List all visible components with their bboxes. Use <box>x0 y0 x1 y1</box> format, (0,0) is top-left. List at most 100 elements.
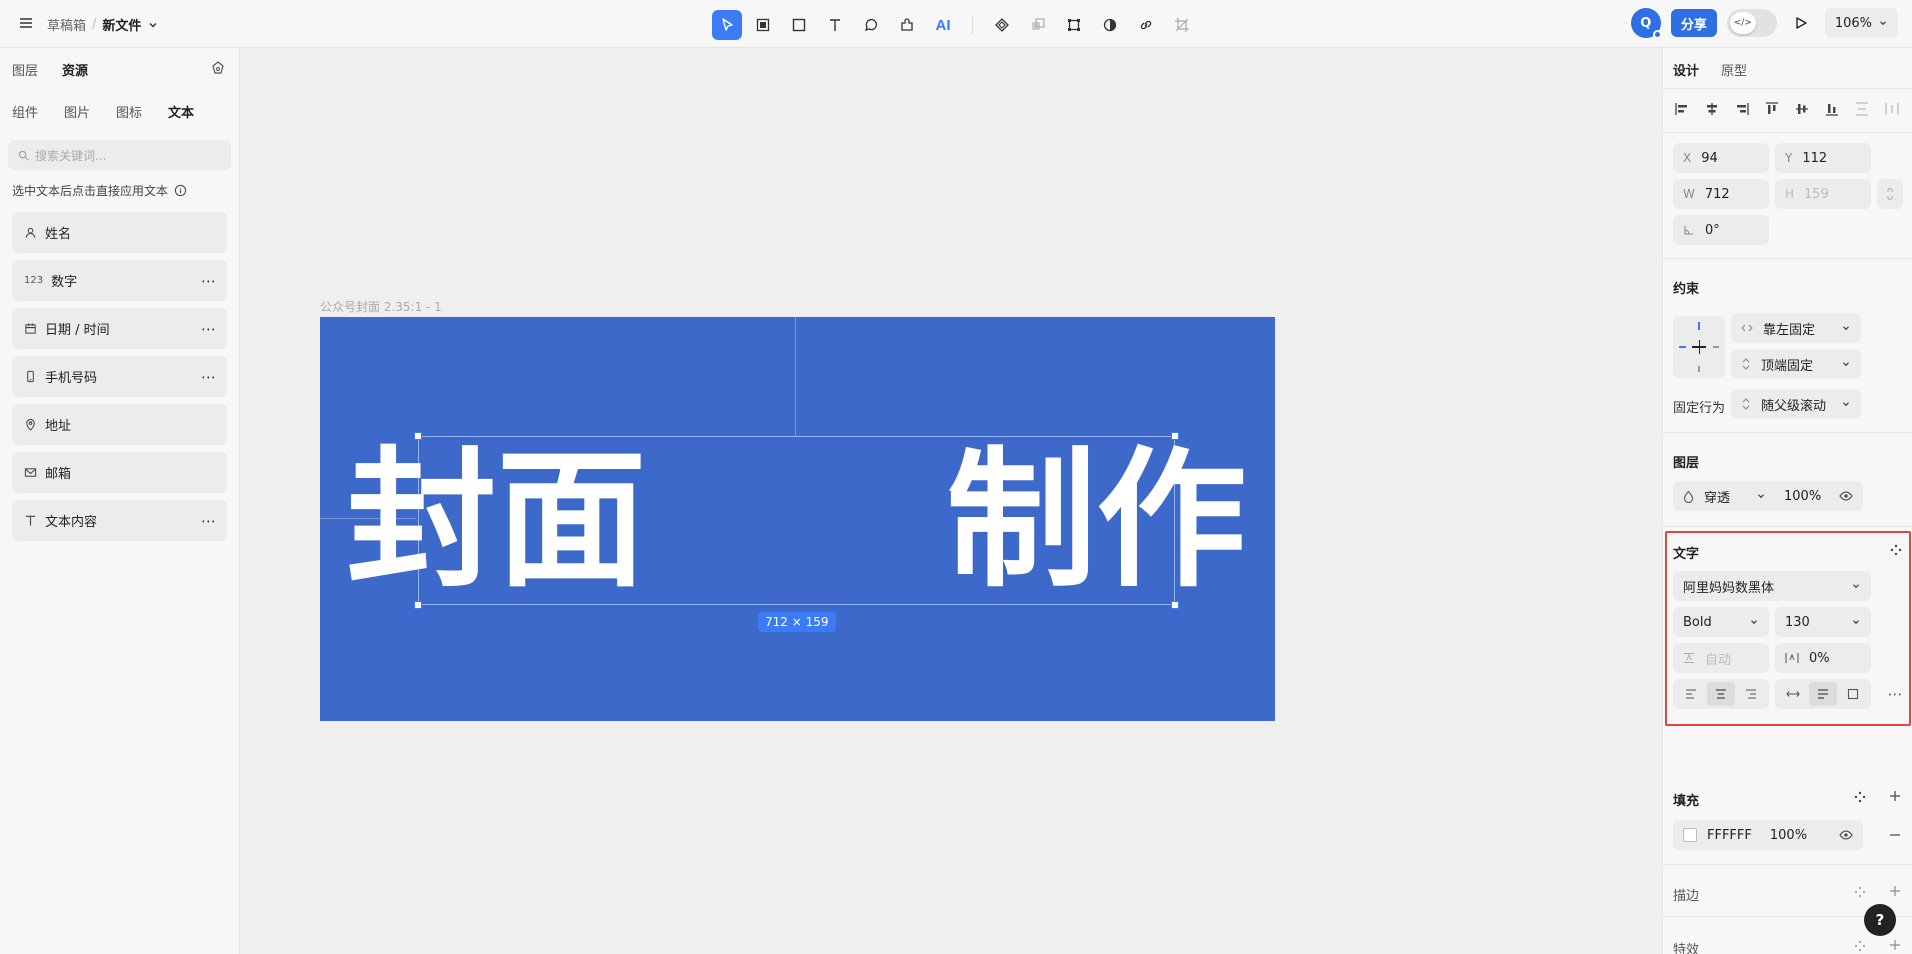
height-field[interactable]: H 159 <box>1775 179 1871 209</box>
add-stroke-icon[interactable] <box>1887 883 1903 899</box>
align-center-v-icon[interactable] <box>1793 100 1810 117</box>
ai-tool-icon[interactable]: AI <box>928 10 958 40</box>
more-options-icon[interactable]: ⋯ <box>1885 684 1905 704</box>
list-item[interactable]: 地址 <box>12 404 227 445</box>
fill-color-swatch[interactable] <box>1683 828 1697 842</box>
crop-icon[interactable] <box>1167 10 1197 40</box>
boolean-icon[interactable] <box>1023 10 1053 40</box>
plugin-tool-icon[interactable] <box>892 10 922 40</box>
align-left-icon[interactable] <box>1673 100 1690 117</box>
lock-ratio-icon[interactable] <box>1877 179 1903 209</box>
x-field[interactable]: X 94 <box>1673 143 1769 173</box>
library-icon[interactable] <box>210 60 226 76</box>
align-center-h-icon[interactable] <box>1703 100 1720 117</box>
help-button[interactable]: ? <box>1864 904 1896 936</box>
avatar[interactable]: Q <box>1630 8 1662 39</box>
constraint-widget[interactable] <box>1673 316 1725 378</box>
list-item[interactable]: 姓名 <box>12 212 227 253</box>
rectangle-tool-icon[interactable] <box>784 10 814 40</box>
resize-handle-top-left[interactable] <box>414 432 422 440</box>
font-weight-select[interactable]: Bold <box>1673 607 1769 637</box>
frame-label[interactable]: 公众号封面 2.35:1 - 1 <box>320 298 442 315</box>
menu-icon[interactable] <box>18 15 34 31</box>
zoom-dropdown[interactable]: 106% <box>1824 8 1898 38</box>
cover-frame[interactable]: 封面 制作 712 × 159 <box>320 317 1275 721</box>
eye-icon[interactable] <box>1839 491 1853 501</box>
align-bottom-icon[interactable] <box>1823 100 1840 117</box>
play-icon[interactable] <box>1787 9 1815 37</box>
layer-opacity-value[interactable]: 100% <box>1784 489 1821 504</box>
dev-mode-toggle[interactable]: </> <box>1726 9 1777 37</box>
rotation-field[interactable]: 0° <box>1673 215 1769 245</box>
chevron-down-icon[interactable] <box>147 19 159 31</box>
font-family-select[interactable]: 阿里妈妈数黑体 <box>1673 571 1871 601</box>
list-item[interactable]: 日期 / 时间 ⋯ <box>12 308 227 349</box>
width-field[interactable]: W 712 <box>1673 179 1769 209</box>
fill-row[interactable]: FFFFFF 100% <box>1673 820 1863 850</box>
subtab-images[interactable]: 图片 <box>64 102 90 121</box>
tab-layers[interactable]: 图层 <box>12 60 38 79</box>
auto-height-icon[interactable] <box>1809 682 1837 706</box>
style-picker-icon[interactable] <box>1853 939 1867 953</box>
crop-frame-icon[interactable] <box>1059 10 1089 40</box>
info-icon[interactable] <box>174 184 187 197</box>
add-effect-icon[interactable] <box>1887 937 1903 953</box>
tab-design[interactable]: 设计 <box>1673 60 1699 79</box>
list-item[interactable]: 文本内容 ⋯ <box>12 500 227 541</box>
subtab-components[interactable]: 组件 <box>12 102 38 121</box>
subtab-icons[interactable]: 图标 <box>116 102 142 121</box>
text-align-left-icon[interactable] <box>1677 682 1705 706</box>
distribute-horizontal-icon[interactable] <box>1883 100 1900 117</box>
remove-fill-icon[interactable] <box>1887 827 1903 843</box>
component-icon[interactable] <box>987 10 1017 40</box>
fixed-size-icon[interactable] <box>1839 682 1867 706</box>
subtab-text[interactable]: 文本 <box>168 102 194 121</box>
style-picker-icon[interactable] <box>1853 885 1867 899</box>
share-button[interactable]: 分享 <box>1670 9 1717 37</box>
text-align-right-icon[interactable] <box>1737 682 1765 706</box>
text-align-center-icon[interactable] <box>1707 682 1735 706</box>
breadcrumb-project[interactable]: 草稿箱 <box>47 15 86 34</box>
resize-handle-top-right[interactable] <box>1171 432 1179 440</box>
add-fill-icon[interactable] <box>1887 788 1903 804</box>
horizontal-constraint-select[interactable]: 靠左固定 <box>1731 313 1861 343</box>
selected-text-layer[interactable]: 封面 制作 <box>347 432 1247 609</box>
text-tool-icon[interactable] <box>820 10 850 40</box>
resize-handle-bottom-right[interactable] <box>1171 601 1179 609</box>
search-input[interactable]: 搜索关键词... <box>8 140 231 170</box>
file-name[interactable]: 新文件 <box>102 15 141 34</box>
resize-handle-bottom-left[interactable] <box>414 601 422 609</box>
fixed-behavior-select[interactable]: 随父级滚动 <box>1731 389 1861 419</box>
fill-opacity-value[interactable]: 100% <box>1770 828 1807 843</box>
list-item[interactable]: 邮箱 <box>12 452 227 493</box>
layer-blend-field[interactable]: 穿透 100% <box>1673 481 1863 511</box>
style-picker-icon[interactable] <box>1853 790 1867 804</box>
tab-assets[interactable]: 资源 <box>62 60 88 79</box>
vertical-constraint-select[interactable]: 顶端固定 <box>1731 349 1861 379</box>
more-icon[interactable]: ⋯ <box>201 368 217 386</box>
y-field[interactable]: Y 112 <box>1775 143 1871 173</box>
canvas[interactable]: 公众号封面 2.35:1 - 1 封面 制作 712 × 159 <box>241 48 1661 954</box>
link-icon[interactable] <box>1131 10 1161 40</box>
font-size-select[interactable]: 130 <box>1775 607 1871 637</box>
fill-hex-value[interactable]: FFFFFF <box>1707 828 1752 843</box>
tab-prototype[interactable]: 原型 <box>1721 60 1747 79</box>
list-item[interactable]: 123 数字 ⋯ <box>12 260 227 301</box>
distribute-vertical-icon[interactable] <box>1853 100 1870 117</box>
style-picker-icon[interactable] <box>1889 543 1903 557</box>
more-icon[interactable]: ⋯ <box>201 320 217 338</box>
blend-mode-value[interactable]: 穿透 <box>1704 487 1730 506</box>
align-top-icon[interactable] <box>1763 100 1780 117</box>
more-icon[interactable]: ⋯ <box>201 512 217 530</box>
line-height-field[interactable]: 自动 <box>1673 643 1769 673</box>
align-right-icon[interactable] <box>1733 100 1750 117</box>
more-icon[interactable]: ⋯ <box>201 272 217 290</box>
contrast-icon[interactable] <box>1095 10 1125 40</box>
eye-icon[interactable] <box>1839 830 1853 840</box>
cover-title-text[interactable]: 封面 制作 <box>347 437 1247 604</box>
frame-tool-icon[interactable] <box>748 10 778 40</box>
list-item[interactable]: 手机号码 ⋯ <box>12 356 227 397</box>
letter-spacing-field[interactable]: 0% <box>1775 643 1871 673</box>
move-tool-icon[interactable] <box>712 10 742 40</box>
auto-width-icon[interactable] <box>1779 682 1807 706</box>
